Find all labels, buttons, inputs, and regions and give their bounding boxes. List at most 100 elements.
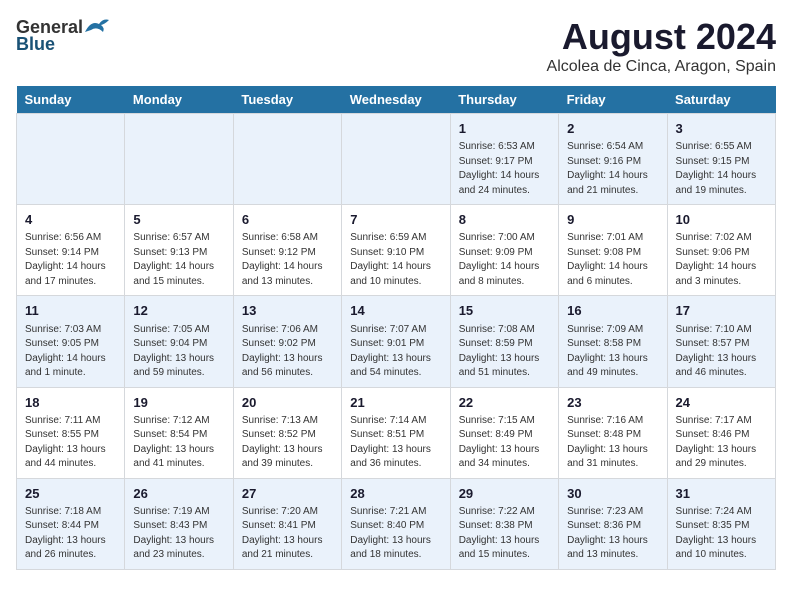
calendar-cell: 16Sunrise: 7:09 AMSunset: 8:58 PMDayligh… <box>559 296 667 387</box>
day-number: 17 <box>676 302 767 320</box>
day-info: Sunrise: 7:06 AMSunset: 9:02 PMDaylight:… <box>242 323 333 381</box>
day-number: 29 <box>459 485 550 503</box>
day-info: Sunrise: 6:53 AMSunset: 9:17 PMDaylight:… <box>459 140 550 198</box>
day-info: Sunrise: 7:17 AMSunset: 8:46 PMDaylight:… <box>676 414 767 472</box>
day-number: 21 <box>350 394 441 412</box>
day-info: Sunrise: 6:59 AMSunset: 9:10 PMDaylight:… <box>350 231 441 289</box>
day-number: 7 <box>350 211 441 229</box>
day-number: 4 <box>25 211 116 229</box>
day-info: Sunrise: 6:58 AMSunset: 9:12 PMDaylight:… <box>242 231 333 289</box>
calendar-cell: 27 Sunrise: 7:20 AMSunset: 8:41 PMDayligh… <box>233 478 341 569</box>
day-info: Sunrise: 6:54 AMSunset: 9:16 PMDaylight:… <box>567 140 658 198</box>
day-header-monday: Monday <box>125 86 233 114</box>
day-info: Sunrise: 7:05 AMSunset: 9:04 PMDaylight:… <box>133 323 224 381</box>
day-number: 22 <box>459 394 550 412</box>
day-info: Sunrise: 7:23 AMSunset: 8:36 PMDaylight:… <box>567 505 658 563</box>
calendar-cell <box>233 114 341 205</box>
calendar-cell: 4 Sunrise: 6:56 AMSunset: 9:14 PMDaylight… <box>17 205 125 296</box>
day-info: Sunrise: 7:10 AMSunset: 8:57 PMDaylight:… <box>676 323 767 381</box>
day-info: Sunrise: 7:21 AMSunset: 8:40 PMDaylight:… <box>350 505 441 563</box>
logo-blue: Blue <box>16 34 55 55</box>
day-header-saturday: Saturday <box>667 86 775 114</box>
day-number: 18 <box>25 394 116 412</box>
calendar-cell: 23Sunrise: 7:16 AMSunset: 8:48 PMDayligh… <box>559 387 667 478</box>
calendar-cell: 29 Sunrise: 7:22 AMSunset: 8:38 PMDayligh… <box>450 478 558 569</box>
day-info: Sunrise: 7:02 AMSunset: 9:06 PMDaylight:… <box>676 231 767 289</box>
day-number: 19 <box>133 394 224 412</box>
day-header-tuesday: Tuesday <box>233 86 341 114</box>
title-section: August 2024 Alcolea de Cinca, Aragon, Sp… <box>547 16 776 76</box>
calendar-cell <box>125 114 233 205</box>
logo: General Blue <box>16 16 111 55</box>
calendar-cell: 5 Sunrise: 6:57 AMSunset: 9:13 PMDaylight… <box>125 205 233 296</box>
day-info: Sunrise: 7:19 AMSunset: 8:43 PMDaylight:… <box>133 505 224 563</box>
page-header: General Blue August 2024 Alcolea de Cinc… <box>16 16 776 76</box>
day-info: Sunrise: 7:20 AMSunset: 8:41 PMDaylight:… <box>242 505 333 563</box>
day-info: Sunrise: 7:07 AMSunset: 9:01 PMDaylight:… <box>350 323 441 381</box>
calendar-cell: 30 Sunrise: 7:23 AMSunset: 8:36 PMDayligh… <box>559 478 667 569</box>
calendar-week-5: 25 Sunrise: 7:18 AMSunset: 8:44 PMDayligh… <box>17 478 776 569</box>
calendar-week-1: 1 Sunrise: 6:53 AMSunset: 9:17 PMDaylight… <box>17 114 776 205</box>
day-info: Sunrise: 7:22 AMSunset: 8:38 PMDaylight:… <box>459 505 550 563</box>
calendar-cell: 6Sunrise: 6:58 AMSunset: 9:12 PMDaylight… <box>233 205 341 296</box>
day-number: 30 <box>567 485 658 503</box>
day-header-sunday: Sunday <box>17 86 125 114</box>
day-info: Sunrise: 7:14 AMSunset: 8:51 PMDaylight:… <box>350 414 441 472</box>
calendar-cell <box>342 114 450 205</box>
day-number: 25 <box>25 485 116 503</box>
page-subtitle: Alcolea de Cinca, Aragon, Spain <box>547 58 776 76</box>
day-number: 24 <box>676 394 767 412</box>
day-number: 9 <box>567 211 658 229</box>
day-info: Sunrise: 7:11 AMSunset: 8:55 PMDaylight:… <box>25 414 116 472</box>
calendar-cell: 26 Sunrise: 7:19 AMSunset: 8:43 PMDayligh… <box>125 478 233 569</box>
calendar-cell: 19Sunrise: 7:12 AMSunset: 8:54 PMDayligh… <box>125 387 233 478</box>
day-info: Sunrise: 7:15 AMSunset: 8:49 PMDaylight:… <box>459 414 550 472</box>
day-header-friday: Friday <box>559 86 667 114</box>
day-number: 15 <box>459 302 550 320</box>
day-header-wednesday: Wednesday <box>342 86 450 114</box>
calendar-cell: 17 Sunrise: 7:10 AMSunset: 8:57 PMDayligh… <box>667 296 775 387</box>
calendar-cell: 8 Sunrise: 7:00 AMSunset: 9:09 PMDaylight… <box>450 205 558 296</box>
day-info: Sunrise: 7:01 AMSunset: 9:08 PMDaylight:… <box>567 231 658 289</box>
calendar-header: SundayMondayTuesdayWednesdayThursdayFrid… <box>17 86 776 114</box>
calendar-cell: 21 Sunrise: 7:14 AMSunset: 8:51 PMDayligh… <box>342 387 450 478</box>
logo-bird-icon <box>83 16 111 38</box>
calendar-cell <box>17 114 125 205</box>
day-info: Sunrise: 7:03 AMSunset: 9:05 PMDaylight:… <box>25 323 116 381</box>
day-info: Sunrise: 7:00 AMSunset: 9:09 PMDaylight:… <box>459 231 550 289</box>
day-number: 11 <box>25 302 116 320</box>
calendar-cell: 2 Sunrise: 6:54 AMSunset: 9:16 PMDaylight… <box>559 114 667 205</box>
day-number: 27 <box>242 485 333 503</box>
day-number: 2 <box>567 120 658 138</box>
calendar-cell: 15 Sunrise: 7:08 AMSunset: 8:59 PMDayligh… <box>450 296 558 387</box>
calendar-cell: 18 Sunrise: 7:11 AMSunset: 8:55 PMDayligh… <box>17 387 125 478</box>
day-number: 13 <box>242 302 333 320</box>
day-number: 12 <box>133 302 224 320</box>
day-number: 1 <box>459 120 550 138</box>
calendar-cell: 31Sunrise: 7:24 AMSunset: 8:35 PMDayligh… <box>667 478 775 569</box>
calendar-cell: 12 Sunrise: 7:05 AMSunset: 9:04 PMDayligh… <box>125 296 233 387</box>
page-title: August 2024 <box>547 16 776 58</box>
calendar-cell: 22 Sunrise: 7:15 AMSunset: 8:49 PMDayligh… <box>450 387 558 478</box>
calendar-cell: 10 Sunrise: 7:02 AMSunset: 9:06 PMDayligh… <box>667 205 775 296</box>
day-number: 3 <box>676 120 767 138</box>
calendar-cell: 3 Sunrise: 6:55 AMSunset: 9:15 PMDaylight… <box>667 114 775 205</box>
day-info: Sunrise: 6:57 AMSunset: 9:13 PMDaylight:… <box>133 231 224 289</box>
calendar-cell: 1 Sunrise: 6:53 AMSunset: 9:17 PMDaylight… <box>450 114 558 205</box>
day-number: 10 <box>676 211 767 229</box>
day-number: 20 <box>242 394 333 412</box>
day-info: Sunrise: 7:13 AMSunset: 8:52 PMDaylight:… <box>242 414 333 472</box>
day-number: 8 <box>459 211 550 229</box>
day-info: Sunrise: 6:56 AMSunset: 9:14 PMDaylight:… <box>25 231 116 289</box>
day-number: 14 <box>350 302 441 320</box>
calendar-cell: 7 Sunrise: 6:59 AMSunset: 9:10 PMDaylight… <box>342 205 450 296</box>
day-header-thursday: Thursday <box>450 86 558 114</box>
calendar-week-2: 4 Sunrise: 6:56 AMSunset: 9:14 PMDaylight… <box>17 205 776 296</box>
calendar-table: SundayMondayTuesdayWednesdayThursdayFrid… <box>16 86 776 570</box>
day-info: Sunrise: 7:18 AMSunset: 8:44 PMDaylight:… <box>25 505 116 563</box>
day-info: Sunrise: 7:08 AMSunset: 8:59 PMDaylight:… <box>459 323 550 381</box>
calendar-cell: 13 Sunrise: 7:06 AMSunset: 9:02 PMDayligh… <box>233 296 341 387</box>
day-info: Sunrise: 6:55 AMSunset: 9:15 PMDaylight:… <box>676 140 767 198</box>
day-number: 5 <box>133 211 224 229</box>
day-number: 26 <box>133 485 224 503</box>
